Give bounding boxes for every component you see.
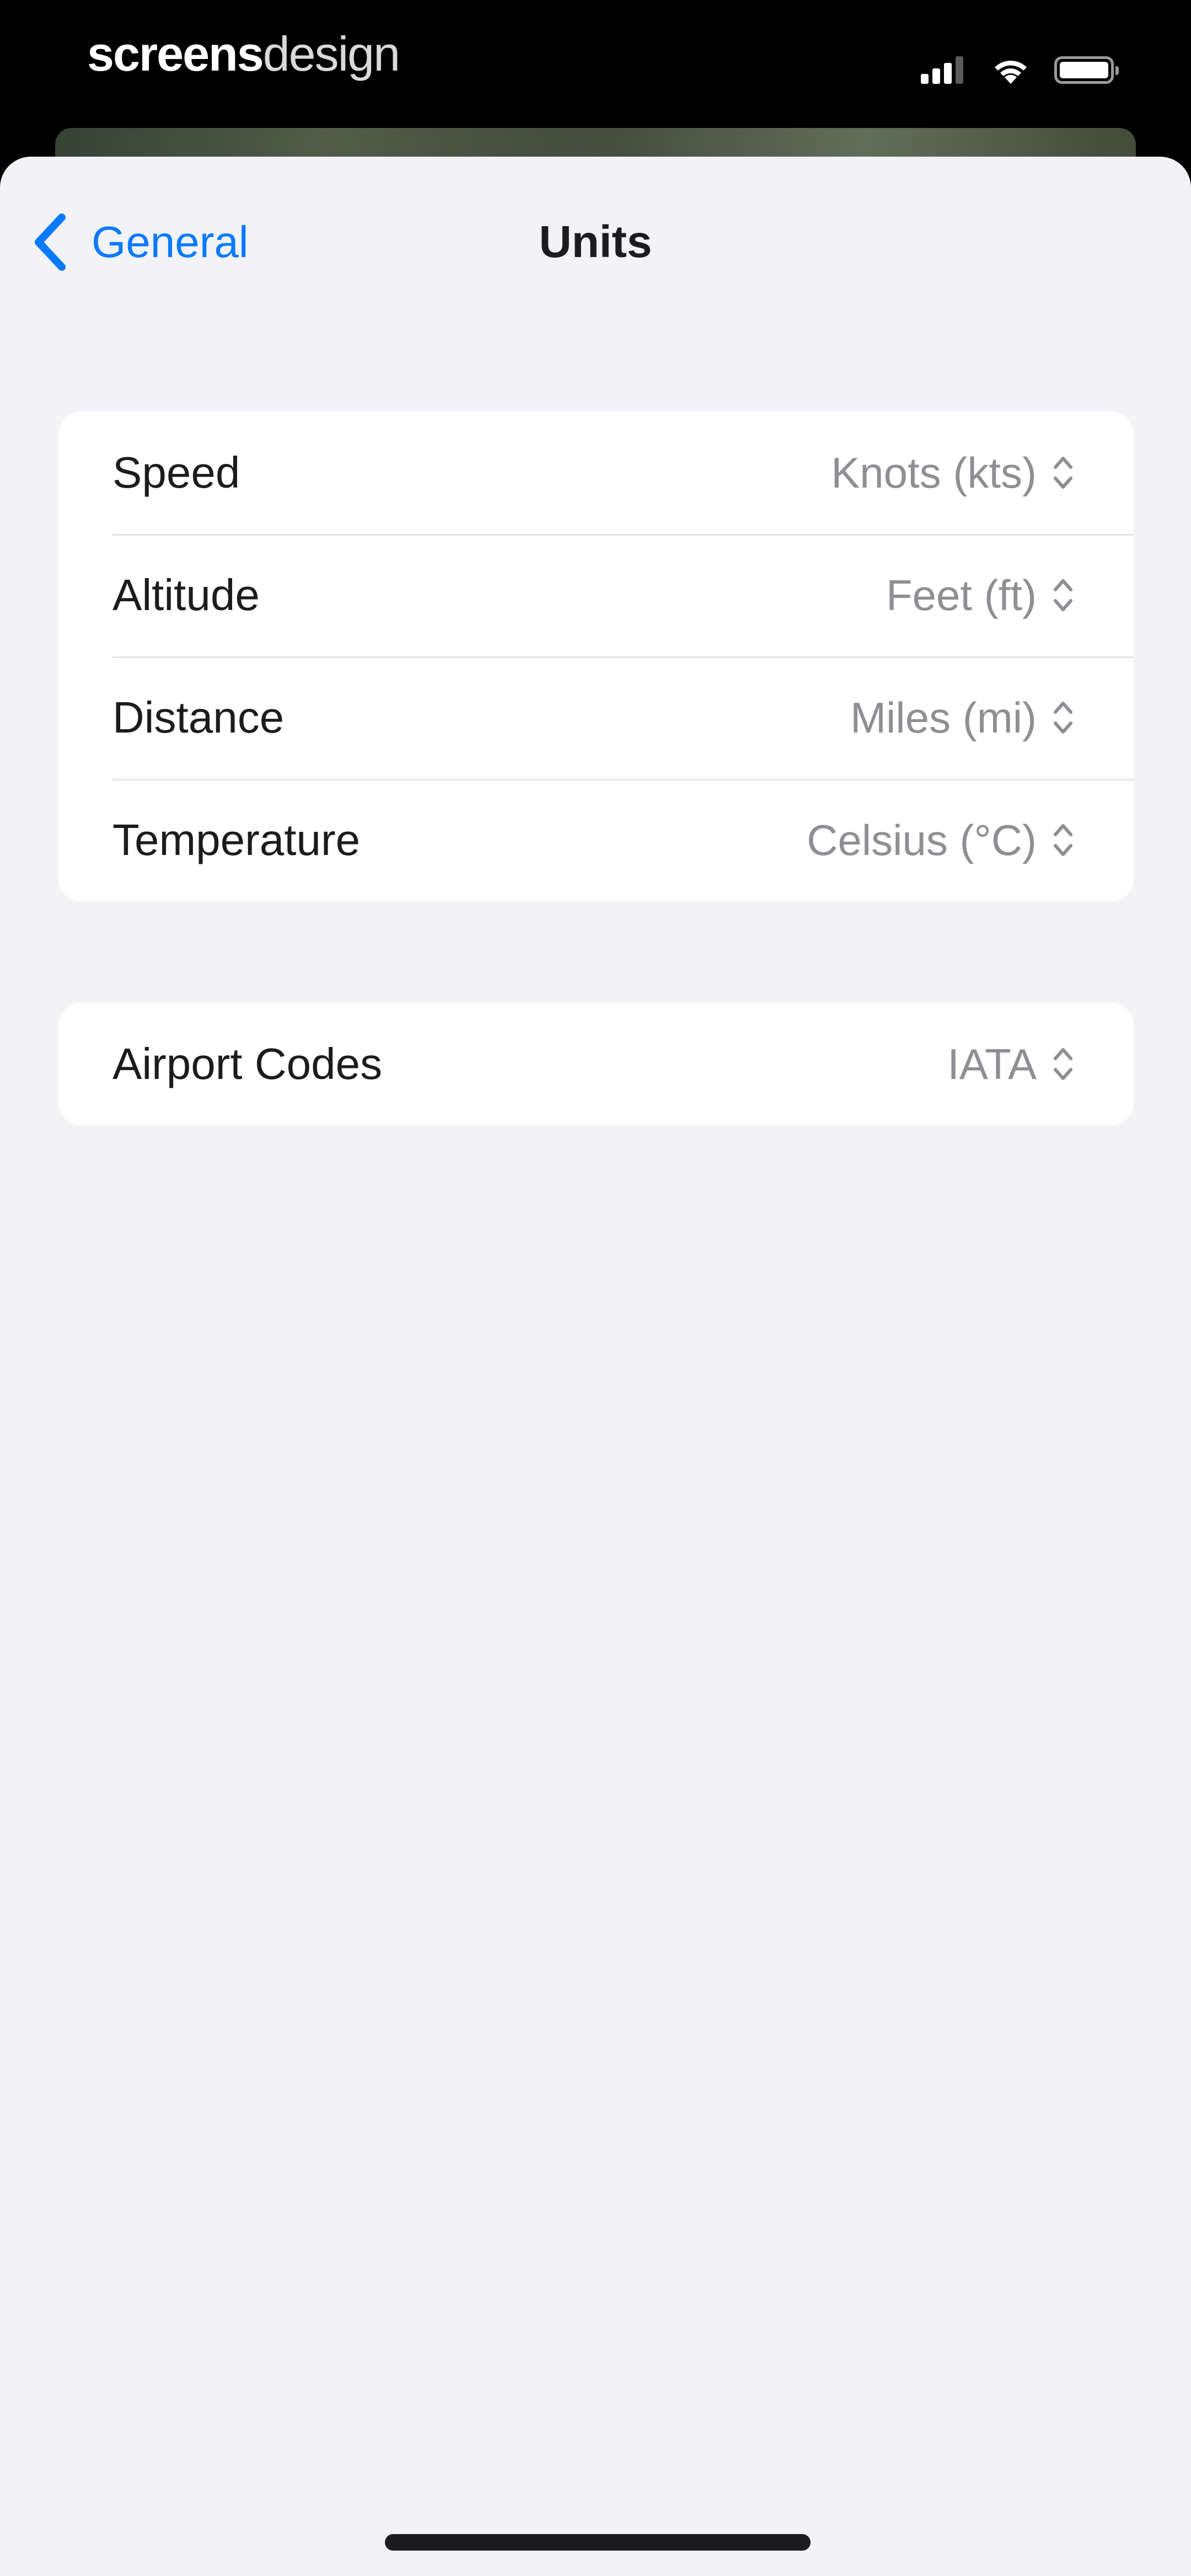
distance-row[interactable]: Distance Miles (mi) xyxy=(58,656,1134,779)
chevron-up-down-icon xyxy=(1054,579,1072,611)
distance-label: Distance xyxy=(112,693,285,742)
altitude-label: Altitude xyxy=(112,570,260,619)
temperature-value: Celsius (°C) xyxy=(807,815,1037,864)
airport-codes-row[interactable]: Airport Codes IATA xyxy=(58,1003,1134,1125)
speed-value: Knots (kts) xyxy=(831,448,1037,497)
wifi-icon xyxy=(995,60,1027,84)
brand-light: design xyxy=(262,26,400,81)
temperature-label: Temperature xyxy=(112,815,361,864)
units-group: Speed Knots (kts) Altitude Feet (ft) Dis… xyxy=(58,411,1134,901)
distance-value: Miles (mi) xyxy=(850,693,1037,742)
battery-icon xyxy=(1054,56,1119,84)
airport-codes-value: IATA xyxy=(947,1039,1037,1088)
airport-codes-picker[interactable]: IATA xyxy=(947,1039,1075,1089)
status-bar: screensdesign xyxy=(0,0,1191,132)
speed-picker[interactable]: Knots (kts) xyxy=(831,448,1075,498)
speed-label: Speed xyxy=(112,448,240,497)
distance-picker[interactable]: Miles (mi) xyxy=(850,693,1075,743)
chevron-up-down-icon xyxy=(1054,457,1072,489)
altitude-value: Feet (ft) xyxy=(886,570,1037,619)
brand-bold: screens xyxy=(87,26,264,81)
temperature-picker[interactable]: Celsius (°C) xyxy=(807,815,1075,865)
airport-codes-group: Airport Codes IATA xyxy=(58,1003,1134,1125)
units-settings-sheet: General Units Speed Knots (kts) Altitude… xyxy=(0,157,1191,2576)
brand-watermark: screensdesign xyxy=(87,26,400,82)
temperature-row[interactable]: Temperature Celsius (°C) xyxy=(58,779,1134,901)
chevron-up-down-icon xyxy=(1054,1048,1072,1080)
altitude-row[interactable]: Altitude Feet (ft) xyxy=(58,534,1134,656)
navigation-bar: General Units xyxy=(0,157,1191,317)
chevron-up-down-icon xyxy=(1054,824,1072,856)
page-title: Units xyxy=(539,217,652,267)
status-icons xyxy=(921,51,1119,89)
airport-codes-label: Airport Codes xyxy=(112,1039,383,1088)
chevron-up-down-icon xyxy=(1054,702,1072,734)
cellular-signal-icon xyxy=(921,56,967,84)
altitude-picker[interactable]: Feet (ft) xyxy=(886,570,1075,621)
speed-row[interactable]: Speed Knots (kts) xyxy=(58,411,1134,534)
home-indicator[interactable] xyxy=(385,2534,811,2551)
